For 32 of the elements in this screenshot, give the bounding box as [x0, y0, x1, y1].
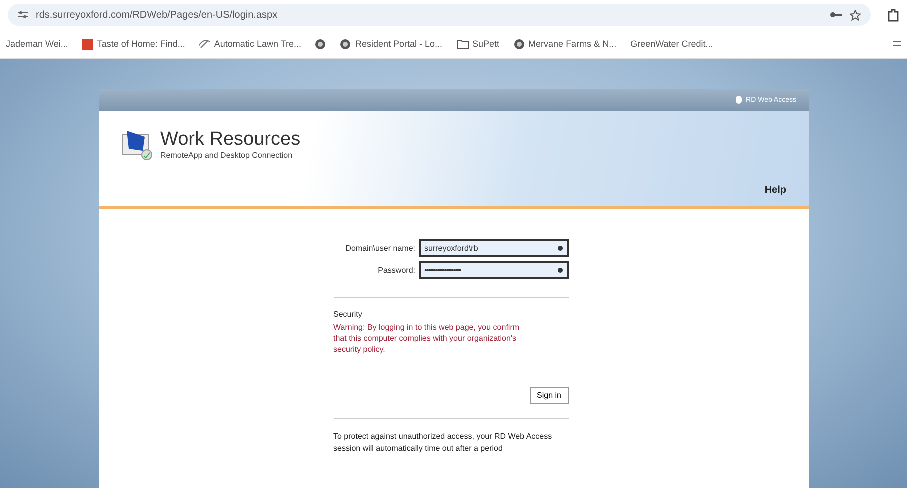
key-icon[interactable]: [830, 11, 842, 19]
field-label: Domain\user name:: [346, 244, 416, 252]
security-warning: Warning: By logging in to this web page, you confirm that this computer complies with your organization's security policy.: [334, 323, 521, 356]
globe-icon: [315, 38, 326, 50]
extensions-icon[interactable]: [887, 8, 899, 22]
bookmark-link[interactable]: Taste of Home: Find...: [97, 39, 186, 49]
timeout-notice: To protect against unauthorized access, your RD Web Access session will automatically time out after a period: [334, 431, 554, 454]
site-icon: [82, 38, 94, 50]
computer-icon: [120, 129, 154, 161]
bookmark-link[interactable]: SuPett: [472, 39, 500, 49]
sign-in-button[interactable]: Sign in: [530, 387, 568, 404]
bookmark-link[interactable]: Mervane Farms & N...: [528, 39, 617, 49]
address-bar[interactable]: rds.surreyoxford.com/RDWeb/Pages/en-US/login.aspx: [8, 4, 871, 26]
folder-icon: [456, 40, 469, 48]
star-icon[interactable]: [850, 10, 861, 20]
bookmark-link[interactable]: Jademan Wei...: [6, 39, 68, 49]
field-label: Password:: [378, 266, 416, 274]
bookmark-link[interactable]: Automatic Lawn Tre...: [214, 39, 302, 49]
security-heading: Security: [334, 310, 364, 319]
site-settings-icon[interactable]: [18, 11, 28, 19]
globe-icon: [514, 38, 525, 50]
globe-icon: [340, 38, 352, 50]
url-text: rds.surreyoxford.com/RDWeb/Pages/en-US/login.aspx: [36, 10, 278, 20]
password-field[interactable]: ••••••••••••••••••••: [418, 261, 568, 279]
bookmark-link[interactable]: Resident Portal - Lo...: [355, 39, 443, 49]
help-link[interactable]: Help: [764, 185, 786, 196]
bookmark-link[interactable]: GreenWater Credit...: [630, 39, 714, 49]
more-bookmarks-icon[interactable]: [893, 40, 901, 48]
leaf-icon: [199, 40, 210, 48]
page-subtitle: RemoteApp and Desktop Connection: [160, 151, 294, 160]
page-title: Work Resources: [160, 129, 301, 151]
username-field[interactable]: surreyoxford\rb: [418, 239, 568, 257]
